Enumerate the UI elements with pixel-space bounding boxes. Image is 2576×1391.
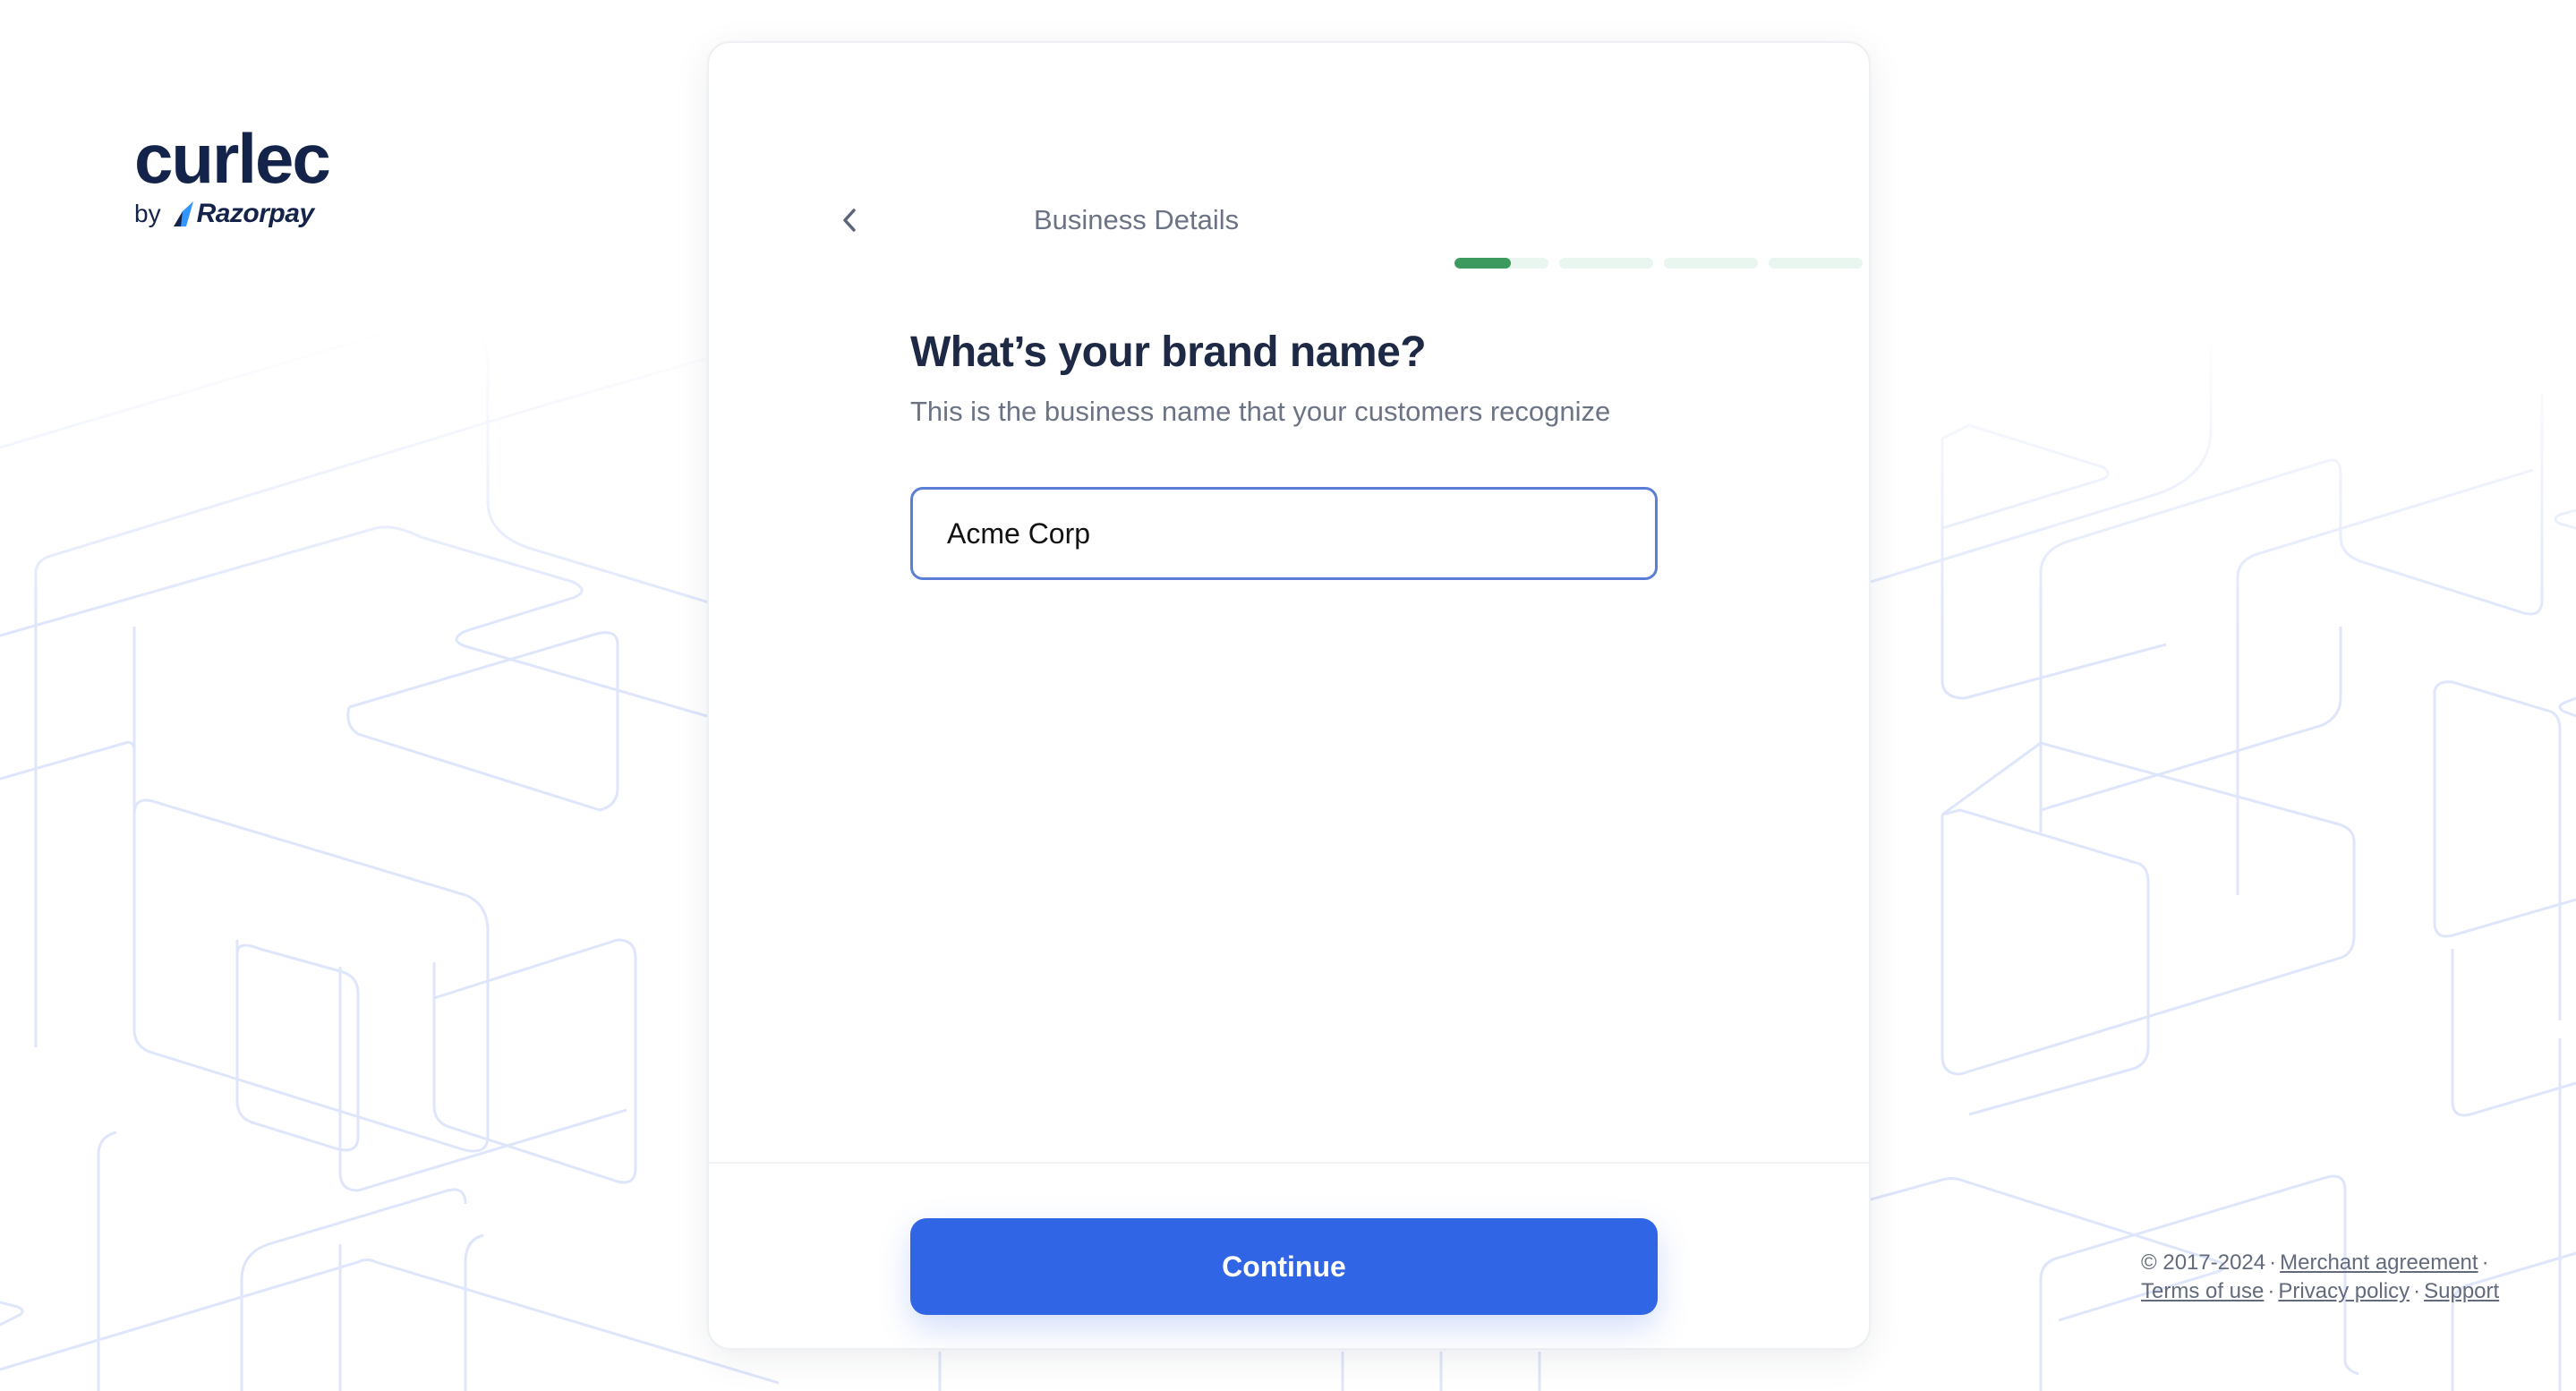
footer-line-1: © 2017-2024 · Merchant agreement · [2141, 1249, 2499, 1277]
page-title: What’s your brand name? [910, 329, 1427, 376]
footer-separator: · [2269, 1250, 2277, 1275]
bg-shape [0, 1259, 780, 1385]
onboarding-card: Business Details What’s your brand name?… [707, 41, 1871, 1350]
step-progress [1454, 258, 1863, 269]
continue-button[interactable]: Continue [910, 1218, 1658, 1315]
footer-line-2: Terms of use · Privacy policy · Support [2141, 1277, 2499, 1306]
footer-separator: · [2413, 1279, 2421, 1303]
footer-separator: · [2481, 1250, 2489, 1275]
bg-shape [338, 967, 627, 1192]
step-title: Business Details [1034, 204, 1240, 235]
progress-fill [1454, 258, 1511, 269]
card-header: Business Details [834, 202, 1747, 238]
progress-segment [1769, 258, 1863, 269]
terms-of-use-link[interactable]: Terms of use [2141, 1279, 2264, 1303]
copyright-text: © 2017-2024 [2141, 1250, 2266, 1275]
field-hint: This is the business name that your cust… [910, 396, 1611, 427]
bg-shape [432, 938, 637, 1184]
bg-shape [2558, 696, 2576, 718]
support-link[interactable]: Support [2424, 1279, 2499, 1303]
bg-shape [464, 1233, 484, 1391]
progress-segment [1559, 258, 1653, 269]
bg-shape [346, 631, 619, 812]
progress-segment [1454, 258, 1548, 269]
brand-name: curlec [134, 119, 331, 198]
privacy-policy-link[interactable]: Privacy policy [2278, 1279, 2410, 1303]
bg-shape [0, 741, 136, 781]
back-button[interactable] [834, 202, 879, 238]
brand-name-input[interactable] [910, 487, 1658, 580]
parent-brand-name: Razorpay [196, 199, 315, 228]
footer-separator: · [2267, 1279, 2275, 1303]
progress-segment [1664, 258, 1758, 269]
bg-shape [2451, 949, 2576, 1117]
razorpay-logo-icon [173, 201, 193, 226]
brand-by-label: by [134, 200, 161, 227]
footer: © 2017-2024 · Merchant agreement · Terms of… [2141, 1249, 2499, 1306]
card-divider [709, 1162, 1869, 1164]
merchant-agreement-link[interactable]: Merchant agreement [2280, 1250, 2478, 1275]
bg-shape [0, 1301, 24, 1327]
bg-shape [97, 1131, 117, 1391]
brand-byline: by Razorpay [134, 199, 329, 229]
bg-shape [240, 1188, 467, 1391]
onboarding-page: curlec by Razorpay Business Details What… [0, 0, 2576, 1391]
bg-shape [2433, 895, 2576, 938]
chevron-left-icon [843, 209, 856, 232]
brand-logo: curlec by Razorpay [134, 119, 331, 229]
